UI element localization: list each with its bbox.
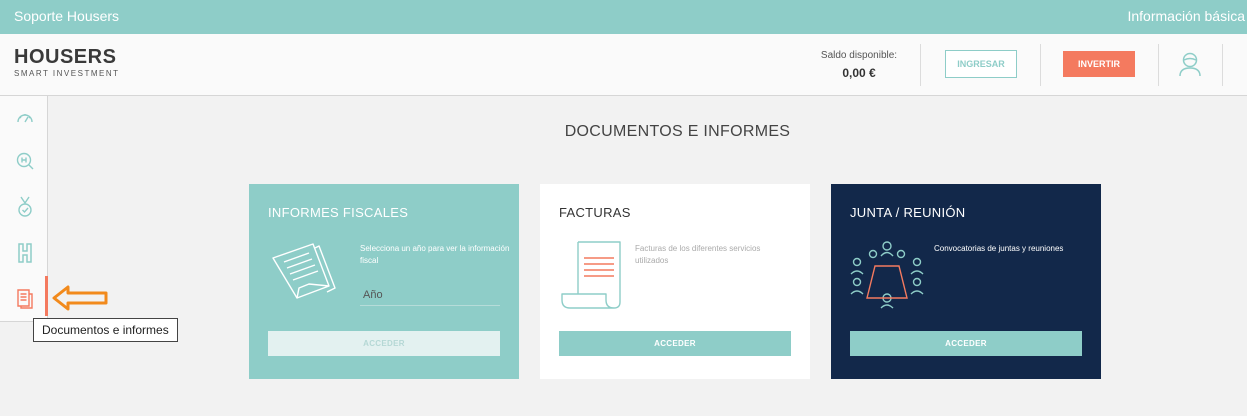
sidebar-tooltip: Documentos e informes [33, 318, 178, 342]
informes-fiscales-card: INFORMES FISCALES Selecciona un año para… [249, 184, 519, 379]
balance-box: Saldo disponible: 0,00 € [800, 50, 918, 80]
junta-reunion-card: JUNTA / REUNIÓN Convocatorias de juntas … [831, 184, 1101, 379]
medal-icon[interactable] [14, 196, 36, 218]
logo-wordmark: HOUSERS [14, 46, 117, 68]
logo-tagline: SMART INVESTMENT [14, 69, 120, 78]
top-bar: Soporte Housers Información básica [0, 0, 1247, 34]
card-title: JUNTA / REUNIÓN [850, 205, 966, 220]
meeting-table-icon [849, 240, 925, 317]
divider [1158, 44, 1159, 86]
year-input[interactable] [360, 284, 500, 306]
invertir-button[interactable]: INVERTIR [1063, 51, 1135, 77]
arrow-left-icon [52, 284, 108, 317]
card-description: Convocatorias de juntas y reuniones [934, 244, 1064, 253]
card-title: INFORMES FISCALES [268, 205, 409, 220]
housers-logo[interactable]: HOUSERS SMART INVESTMENT [14, 46, 120, 78]
divider [1222, 44, 1223, 86]
active-nav-indicator [45, 276, 48, 316]
housers-h-icon[interactable] [14, 242, 36, 264]
header: HOUSERS SMART INVESTMENT Saldo disponibl… [0, 34, 1247, 96]
card-description: Facturas de los diferentes servicios uti… [635, 244, 761, 265]
acceder-button-fiscal[interactable]: ACCEDER [268, 331, 500, 356]
page-title: DOCUMENTOS E INFORMES [564, 123, 791, 140]
facturas-card: FACTURAS Facturas de los diferentes serv… [540, 184, 810, 379]
acceder-button-junta[interactable]: ACCEDER [850, 331, 1082, 356]
divider [1040, 44, 1041, 86]
documents-icon[interactable] [14, 288, 36, 310]
invoice-scroll-icon [558, 238, 630, 315]
ingresar-button[interactable]: INGRESAR [945, 50, 1017, 78]
support-link[interactable]: Soporte Housers [14, 8, 119, 24]
card-description: Selecciona un año para ver la informació… [360, 244, 510, 265]
basic-info-link[interactable]: Información básica [1127, 8, 1245, 24]
card-title: FACTURAS [559, 205, 631, 220]
search-property-icon[interactable] [14, 150, 36, 172]
balance-label: Saldo disponible: [820, 50, 898, 61]
acceder-button-facturas[interactable]: ACCEDER [559, 331, 791, 356]
balance-value: 0,00 € [842, 66, 876, 80]
divider [920, 44, 921, 86]
document-fold-icon [269, 240, 339, 309]
user-avatar-icon[interactable] [1178, 51, 1202, 82]
